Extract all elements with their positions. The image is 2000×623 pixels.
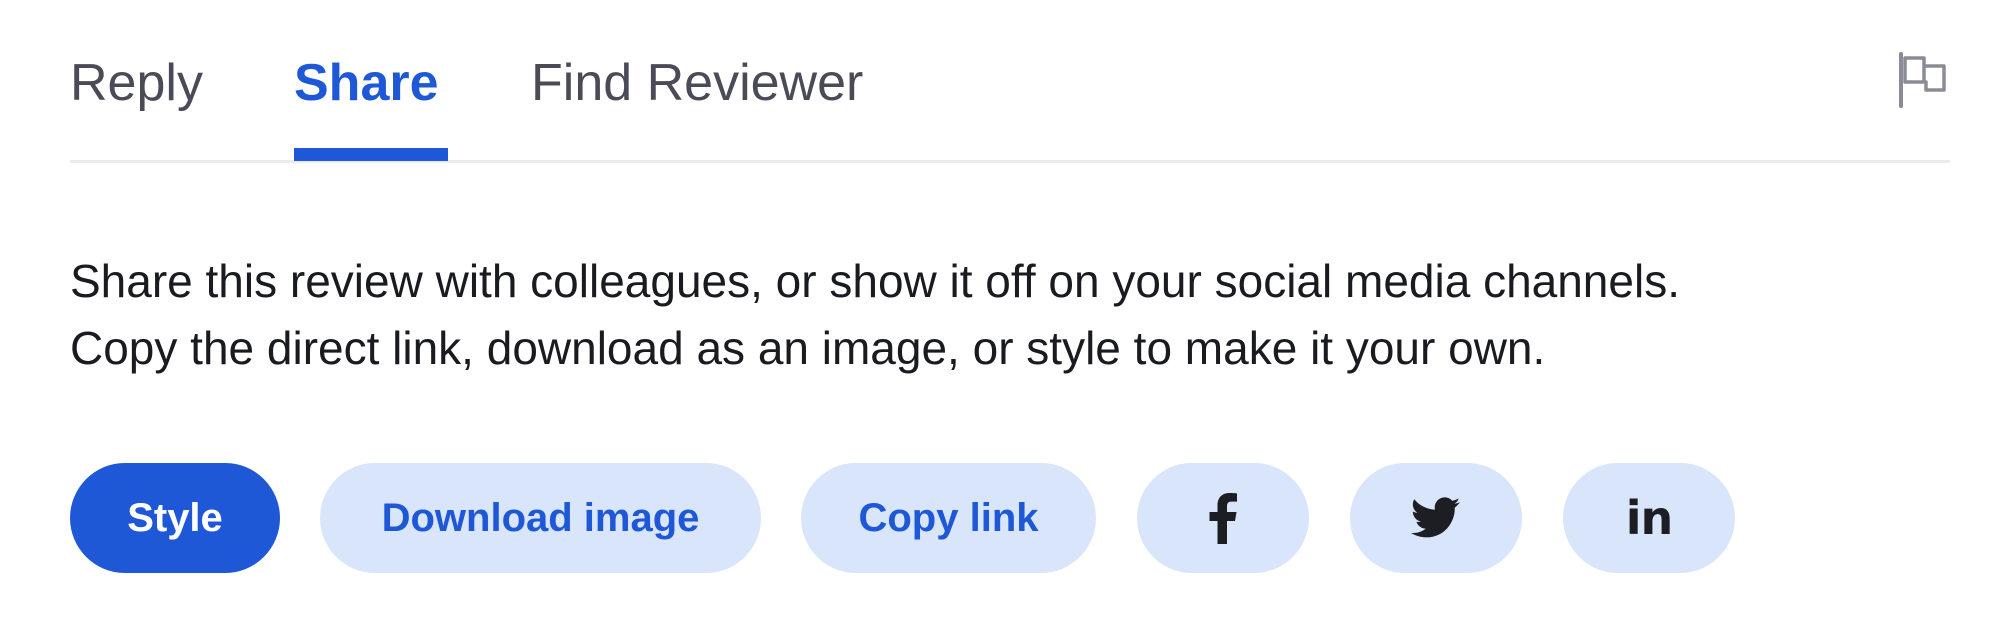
- linkedin-icon: in: [1625, 491, 1674, 545]
- facebook-share-button[interactable]: [1137, 463, 1309, 573]
- tab-bar: Reply Share Find Reviewer: [70, 0, 1950, 163]
- tab-find-reviewer[interactable]: Find Reviewer: [531, 50, 863, 116]
- description-line-2: Copy the direct link, download as an ima…: [70, 322, 1546, 374]
- share-description: Share this review with colleagues, or sh…: [70, 248, 1950, 382]
- style-button[interactable]: Style: [70, 463, 280, 573]
- tab-share[interactable]: Share: [294, 50, 439, 116]
- linkedin-share-button[interactable]: in: [1563, 463, 1735, 573]
- share-actions: Style Download image Copy link in: [70, 463, 1950, 573]
- copy-link-button[interactable]: Copy link: [801, 463, 1096, 573]
- flag-button[interactable]: [1896, 52, 1950, 108]
- twitter-icon: [1411, 497, 1461, 538]
- active-tab-indicator: [294, 148, 448, 161]
- share-panel: Reply Share Find Reviewer Share this rev…: [70, 0, 1950, 623]
- download-image-button[interactable]: Download image: [320, 463, 761, 573]
- flag-icon: [1899, 52, 1946, 108]
- facebook-icon: [1209, 493, 1237, 544]
- tab-reply[interactable]: Reply: [70, 50, 203, 116]
- description-line-1: Share this review with colleagues, or sh…: [70, 255, 1680, 307]
- twitter-share-button[interactable]: [1350, 463, 1522, 573]
